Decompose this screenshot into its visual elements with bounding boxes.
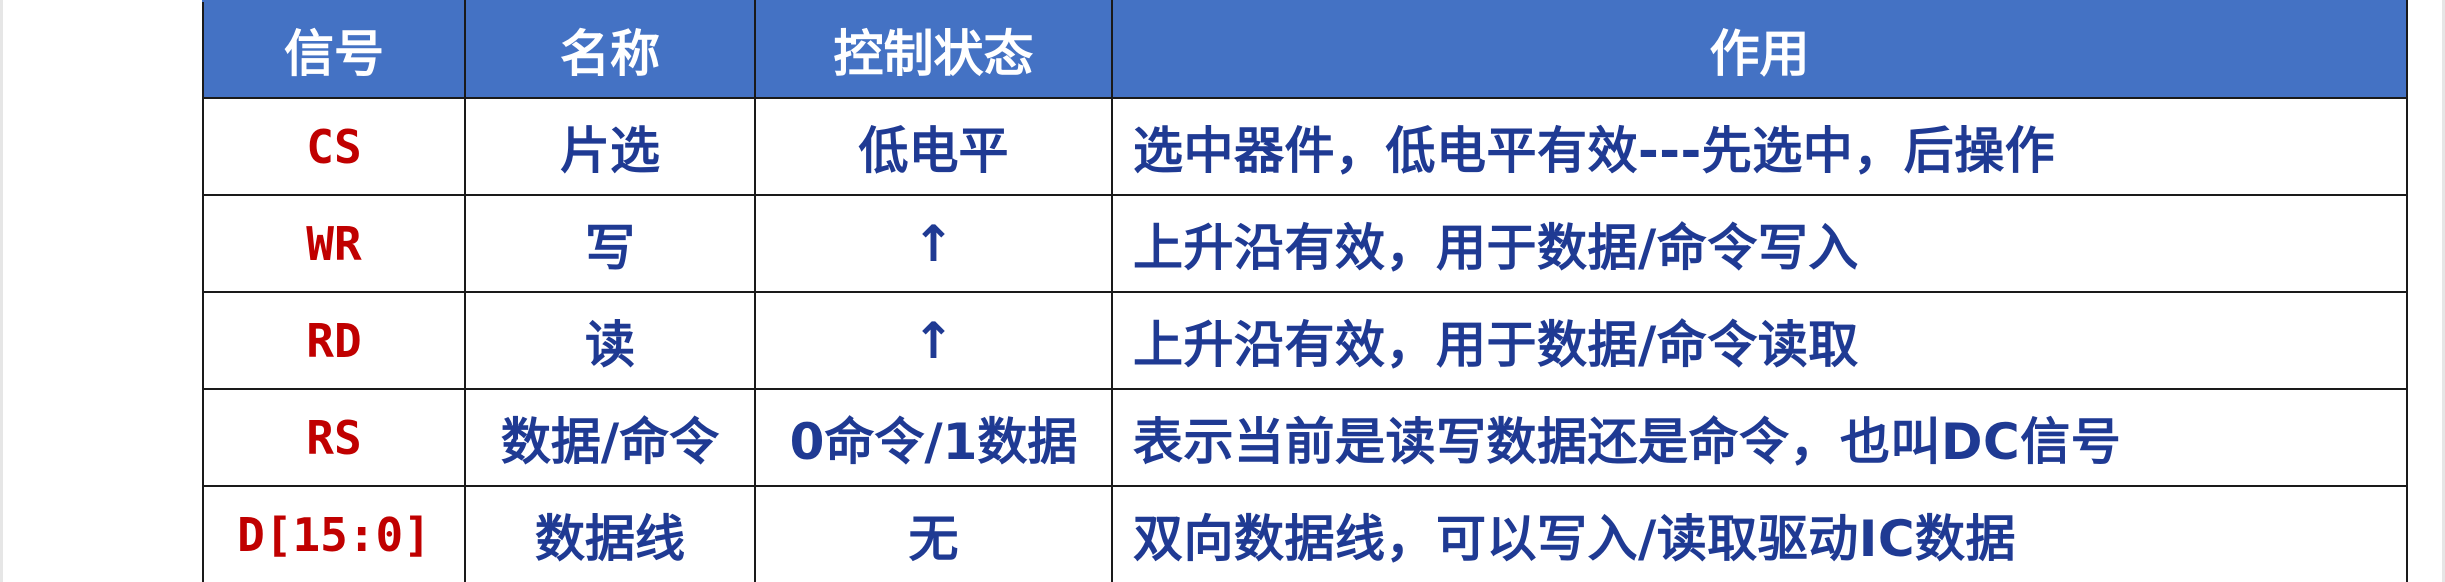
table-row-cs: CS 片选 低电平 选中器件，低电平有效---先选中，后操作 xyxy=(202,97,2408,196)
cell-name: 数据/命令 xyxy=(464,388,756,487)
header-name: 名称 xyxy=(464,0,756,99)
table-body: CS 片选 低电平 选中器件，低电平有效---先选中，后操作 WR 写 ↑ 上升… xyxy=(202,97,2408,582)
table-header: 信号 名称 控制状态 作用 xyxy=(202,0,2408,99)
cell-function: 上升沿有效，用于数据/命令写入 xyxy=(1111,194,2408,293)
header-row: 信号 名称 控制状态 作用 xyxy=(202,0,2408,99)
table-row-data-bus: D[15:0] 数据线 无 双向数据线，可以写入/读取驱动IC数据 xyxy=(202,485,2408,582)
cell-function: 选中器件，低电平有效---先选中，后操作 xyxy=(1111,97,2408,196)
cell-control: 低电平 xyxy=(754,97,1113,196)
table-row-rs: RS 数据/命令 0命令/1数据 表示当前是读写数据还是命令，也叫DC信号 xyxy=(202,388,2408,487)
cell-control: 无 xyxy=(754,485,1113,582)
cell-signal: CS xyxy=(202,97,466,196)
cell-control-arrow-up: ↑ xyxy=(754,194,1113,293)
cell-control-arrow-up: ↑ xyxy=(754,291,1113,390)
cell-name: 数据线 xyxy=(464,485,756,582)
cell-signal: WR xyxy=(202,194,466,293)
table-row-wr: WR 写 ↑ 上升沿有效，用于数据/命令写入 xyxy=(202,194,2408,293)
cell-control: 0命令/1数据 xyxy=(754,388,1113,487)
page-edge-left xyxy=(0,0,3,582)
header-control-state: 控制状态 xyxy=(754,0,1113,99)
cell-signal: RS xyxy=(202,388,466,487)
cell-name: 片选 xyxy=(464,97,756,196)
cell-function: 双向数据线，可以写入/读取驱动IC数据 xyxy=(1111,485,2408,582)
cell-name: 读 xyxy=(464,291,756,390)
signal-table: 信号 名称 控制状态 作用 CS 片选 低电平 选中器件，低电平有效---先选中… xyxy=(202,0,2408,582)
cell-signal: RD xyxy=(202,291,466,390)
table-row-rd: RD 读 ↑ 上升沿有效，用于数据/命令读取 xyxy=(202,291,2408,390)
cell-signal: D[15:0] xyxy=(202,485,466,582)
header-signal: 信号 xyxy=(202,0,466,99)
cell-function: 上升沿有效，用于数据/命令读取 xyxy=(1111,291,2408,390)
header-function: 作用 xyxy=(1111,0,2408,99)
cell-name: 写 xyxy=(464,194,756,293)
cell-function: 表示当前是读写数据还是命令，也叫DC信号 xyxy=(1111,388,2408,487)
